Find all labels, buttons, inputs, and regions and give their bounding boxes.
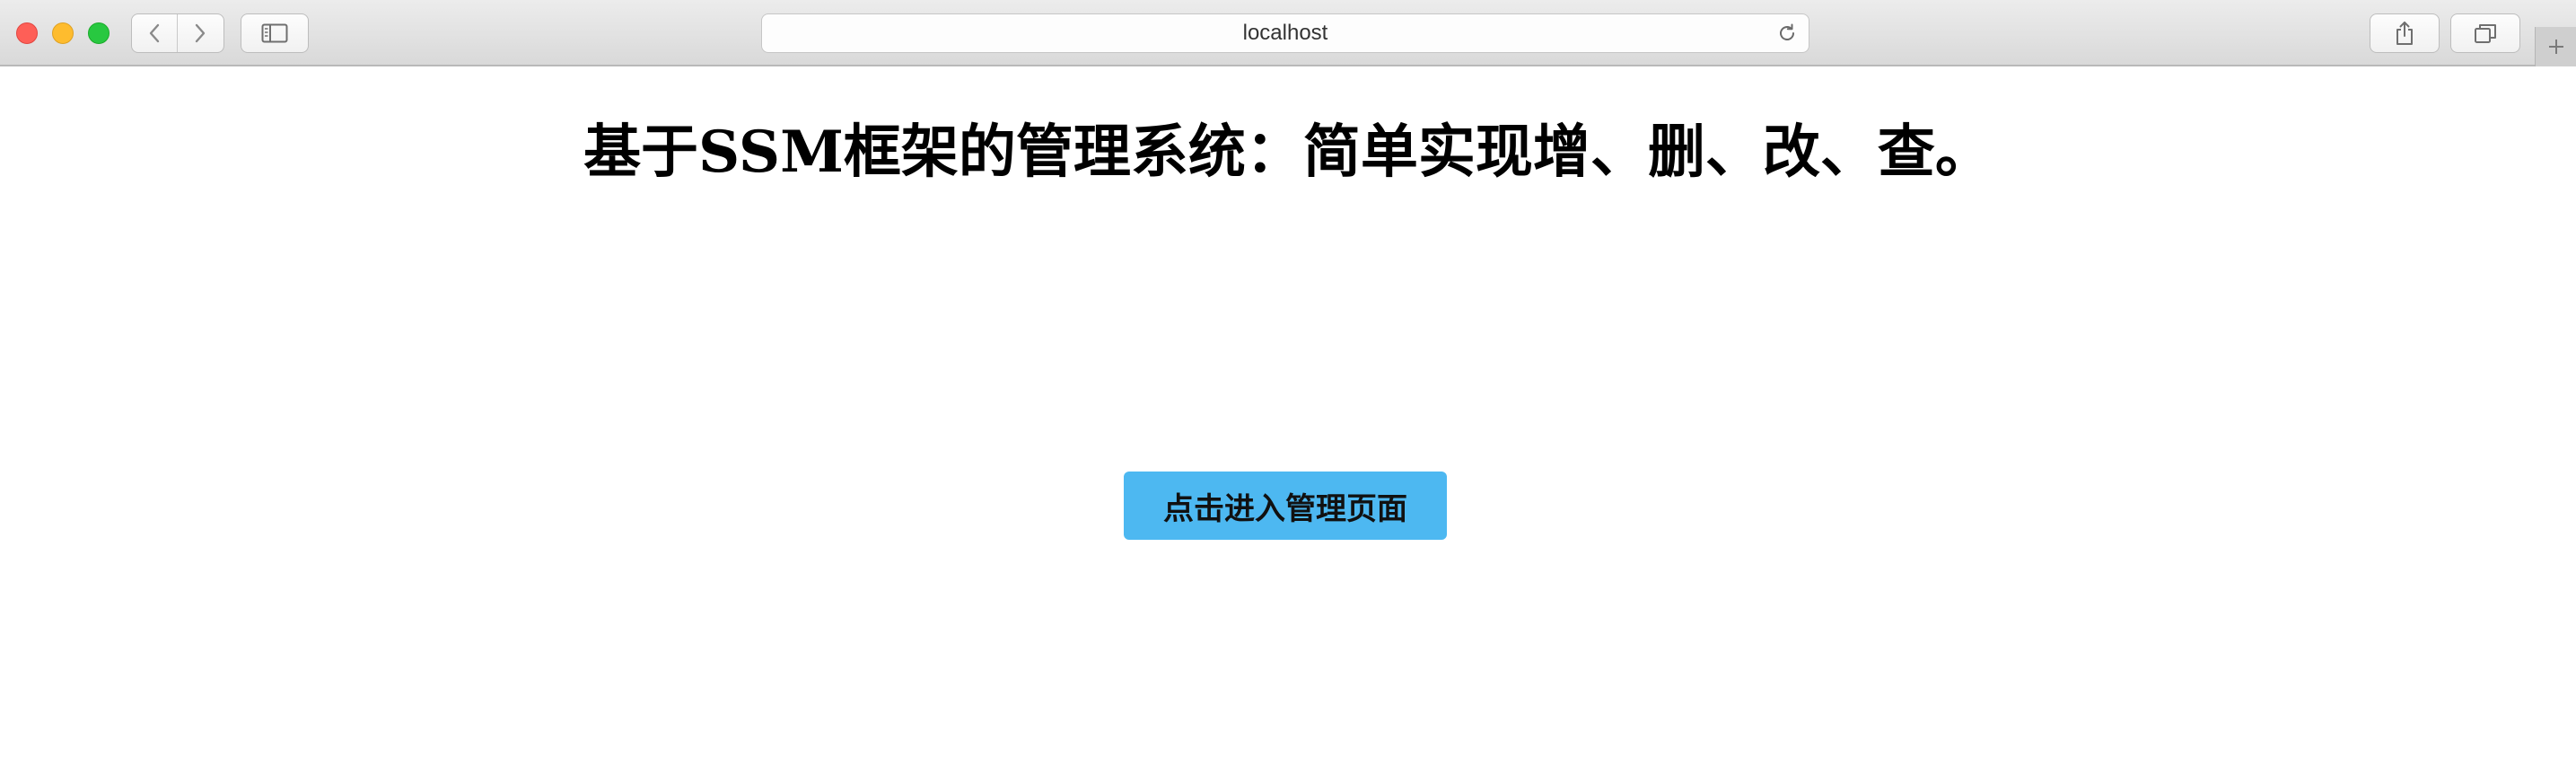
navigation-buttons — [131, 13, 224, 53]
minimize-window-button[interactable] — [52, 22, 74, 44]
browser-toolbar: localhost — [0, 0, 2576, 66]
share-button[interactable] — [2370, 14, 2439, 52]
address-bar[interactable]: localhost — [761, 13, 1809, 53]
chevron-left-icon — [149, 23, 160, 43]
tabs-overview-icon — [2475, 24, 2496, 43]
zoom-window-button[interactable] — [88, 22, 110, 44]
close-window-button[interactable] — [16, 22, 38, 44]
back-button[interactable] — [132, 14, 177, 52]
sidebar-button-group — [241, 13, 309, 53]
tab-overview-button[interactable] — [2451, 14, 2519, 52]
new-tab-button[interactable] — [2535, 27, 2576, 66]
sidebar-toggle-button[interactable] — [241, 14, 308, 52]
page-content: 基于SSM框架的管理系统：简单实现增、删、改、查。 点击进入管理页面 — [0, 66, 2576, 767]
plus-icon — [2548, 40, 2563, 54]
chevron-right-icon — [195, 23, 205, 43]
tabs-button-group — [2450, 13, 2520, 53]
reload-icon[interactable] — [1776, 22, 1798, 44]
forward-button[interactable] — [177, 14, 222, 52]
share-icon — [2396, 22, 2413, 45]
page-title: 基于SSM框架的管理系统：简单实现增、删、改、查。 — [583, 119, 1993, 186]
browser-window: localhost 基于SSM框架的管理系统：简单实现增、删、改、查。 点击进入… — [0, 0, 2576, 767]
enter-management-button[interactable]: 点击进入管理页面 — [1124, 472, 1447, 540]
address-text: localhost — [1242, 21, 1328, 45]
sidebar-icon — [261, 23, 288, 43]
share-button-group — [2370, 13, 2440, 53]
